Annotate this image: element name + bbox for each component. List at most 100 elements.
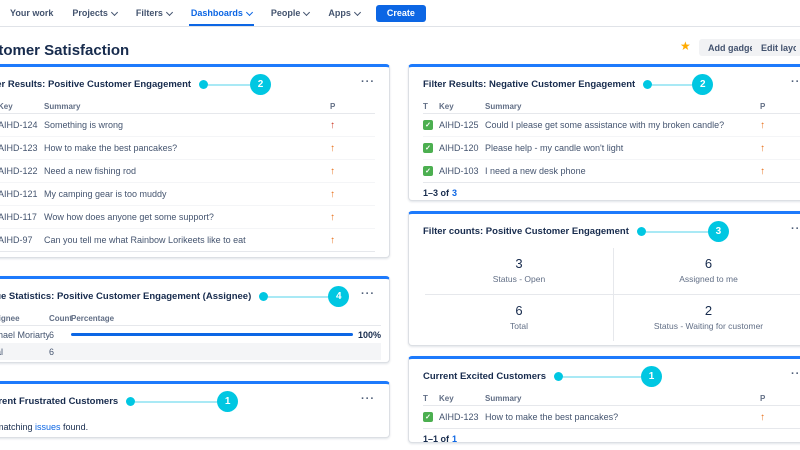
pulse-line <box>268 295 329 298</box>
table-header-row: T Key Summary P <box>423 391 800 406</box>
assignee-link[interactable]: Michael Moriarty <box>0 330 49 340</box>
gadget-filter-results-positive: Filter Results: Positive Customer Engage… <box>0 64 390 258</box>
column-summary: Summary <box>485 393 522 403</box>
issue-key-link[interactable]: AIHD-117 <box>0 212 44 222</box>
gadget-filter-results-negative: Filter Results: Negative Customer Engage… <box>408 64 800 201</box>
issue-key-link[interactable]: AIHD-103 <box>439 166 485 176</box>
issues-link[interactable]: issues <box>35 422 61 432</box>
gadget-header: Current Frustrated Customers 1 ··· <box>0 384 389 416</box>
issue-summary-link[interactable]: Can you tell me what Rainbow Lorikeets l… <box>44 235 330 245</box>
gadget-issue-statistics: Issue Statistics: Positive Customer Enga… <box>0 276 390 363</box>
gadget-header: Filter counts: Positive Customer Engagem… <box>409 214 800 246</box>
edit-layout-button[interactable]: Edit layout <box>752 39 800 56</box>
pagination-total-link[interactable]: 3 <box>452 188 457 198</box>
pagination-total-link[interactable]: 6 <box>11 257 16 258</box>
pagination-footer: 1–1 of 1 <box>423 428 800 442</box>
table-row: ✓ AIHD-97 Can you tell me what Rainbow L… <box>0 229 375 252</box>
onboarding-pulse: 2 <box>199 74 272 95</box>
onboarding-badge[interactable]: 1 <box>217 391 239 412</box>
issue-table: T Key Summary P ✓ AIHD-124 Something is … <box>0 99 375 258</box>
column-type: T <box>423 393 428 403</box>
percentage-bar <box>71 333 353 336</box>
priority-high-icon: ↑ <box>330 165 335 177</box>
issue-key-link[interactable]: AIHD-123 <box>0 143 44 153</box>
nav-item-projects[interactable]: Projects <box>72 0 118 26</box>
gadget-current-frustrated: Current Frustrated Customers 1 ··· No ma… <box>0 381 390 438</box>
nav-item-apps[interactable]: Apps <box>328 0 361 26</box>
column-key: Key <box>439 393 454 403</box>
gadget-title: Issue Statistics: Positive Customer Enga… <box>0 291 252 302</box>
chevron-down-icon <box>353 8 361 16</box>
count-value: 6 <box>49 346 55 357</box>
onboarding-badge[interactable]: 3 <box>707 221 729 242</box>
pagination-range: 1–6 of <box>0 257 8 258</box>
issue-summary-link[interactable]: I need a new desk phone <box>485 166 760 176</box>
create-button[interactable]: Create <box>375 4 426 22</box>
favorite-star-icon[interactable]: ★ <box>680 40 691 52</box>
empty-results-message: No matching issues found. <box>0 422 375 432</box>
issue-summary-link[interactable]: Something is wrong <box>44 120 330 130</box>
stat-cell: 6 Assigned to me <box>614 248 800 295</box>
table-row: ✓ AIHD-123 How to make the best pancakes… <box>423 406 800 429</box>
issue-summary-link[interactable]: Please help - my candle won't light <box>485 143 760 153</box>
gadget-menu-button[interactable]: ··· <box>361 394 375 409</box>
issue-key-link[interactable]: AIHD-125 <box>439 120 485 130</box>
pulse-dot-icon <box>126 397 136 406</box>
gadget-menu-button[interactable]: ··· <box>361 289 375 304</box>
gadget-menu-button[interactable]: ··· <box>791 77 800 92</box>
chevron-down-icon <box>303 8 311 16</box>
nav-label: Your work <box>10 8 54 18</box>
onboarding-badge[interactable]: 1 <box>641 366 663 387</box>
gadget-header: Current Excited Customers 1 ··· <box>409 359 800 391</box>
issue-key-link[interactable]: AIHD-97 <box>0 235 44 245</box>
count-value: 6 <box>49 329 55 340</box>
dashboard-more-button[interactable] <box>796 39 800 56</box>
stat-value-link[interactable]: 3 <box>425 256 613 271</box>
issue-key-link[interactable]: AIHD-121 <box>0 189 44 199</box>
stat-cell: 3 Status - Open <box>425 248 614 295</box>
issue-key-link[interactable]: AIHD-124 <box>0 120 44 130</box>
stat-value-link[interactable]: 2 <box>614 303 800 318</box>
issue-table: T Key Summary P ✓ AIHD-123 How to make t… <box>423 391 800 442</box>
issue-summary-link[interactable]: Could I please get some assistance with … <box>485 120 760 130</box>
gadget-menu-button[interactable]: ··· <box>791 369 800 384</box>
gadget-header: Filter Results: Positive Customer Engage… <box>0 67 389 99</box>
issue-table: T Key Summary P ✓ AIHD-125 Could I pleas… <box>423 99 800 200</box>
gadget-menu-button[interactable]: ··· <box>791 224 800 239</box>
column-count: Count <box>49 313 73 323</box>
pulse-dot-icon <box>636 227 646 236</box>
pulse-line <box>135 400 218 403</box>
nav-item-your-work[interactable]: Your work <box>10 0 53 26</box>
column-priority: P <box>330 101 336 111</box>
percentage-value: 100% <box>357 329 381 340</box>
onboarding-pulse: 1 <box>126 391 239 412</box>
issue-summary-link[interactable]: Wow how does anyone get some support? <box>44 212 330 222</box>
stat-label: Assigned to me <box>679 274 738 284</box>
issue-summary-link[interactable]: How to make the best pancakes? <box>44 143 330 153</box>
priority-high-icon: ↑ <box>330 188 335 200</box>
issue-summary-link[interactable]: Need a new fishing rod <box>44 166 330 176</box>
filter-counts-grid: 3 Status - Open 6 Assigned to me 6 Total… <box>425 248 800 341</box>
table-row: ✓ AIHD-121 My camping gear is too muddy … <box>0 183 375 206</box>
nav-label: Dashboards <box>190 8 243 18</box>
issue-summary-link[interactable]: My camping gear is too muddy <box>44 189 330 199</box>
stat-value-link[interactable]: 6 <box>614 256 800 271</box>
onboarding-badge[interactable]: 4 <box>328 286 350 307</box>
issue-summary-link[interactable]: How to make the best pancakes? <box>485 412 760 422</box>
nav-label: Projects <box>72 8 108 18</box>
issue-key-link[interactable]: AIHD-122 <box>0 166 44 176</box>
nav-item-people[interactable]: People <box>271 0 311 26</box>
column-key: Key <box>0 101 13 111</box>
issue-key-link[interactable]: AIHD-120 <box>439 143 485 153</box>
issue-key-link[interactable]: AIHD-123 <box>439 412 485 422</box>
page-title: Customer Satisfaction <box>0 42 130 59</box>
nav-item-dashboards[interactable]: Dashboards <box>188 0 254 26</box>
nav-item-filters[interactable]: Filters <box>136 0 173 26</box>
pagination-total-link[interactable]: 1 <box>452 434 457 442</box>
onboarding-badge[interactable]: 2 <box>250 74 272 95</box>
task-type-icon: ✓ <box>423 120 433 130</box>
stat-value-link[interactable]: 6 <box>425 303 613 318</box>
gadget-menu-button[interactable]: ··· <box>361 77 375 92</box>
pulse-line <box>208 83 251 86</box>
onboarding-badge[interactable]: 2 <box>692 74 714 95</box>
